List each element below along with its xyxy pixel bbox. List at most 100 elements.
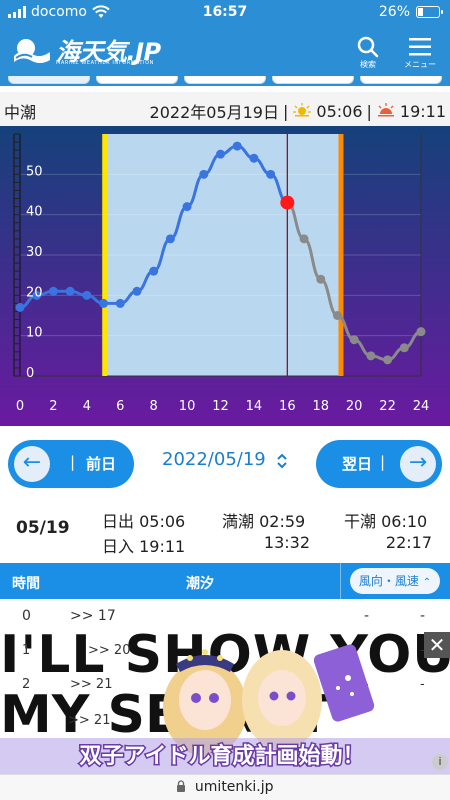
close-icon: ✕ — [428, 633, 446, 657]
wind-select-button[interactable]: 風向・風速 ⌃ — [350, 568, 440, 594]
arrow-left-icon: ← — [14, 446, 50, 482]
tab-1[interactable] — [8, 76, 90, 84]
x-tick-label: 8 — [150, 399, 158, 414]
status-bar: docomo 16:57 26% — [0, 0, 450, 26]
ad-close-left-icon[interactable]: ✕ — [0, 628, 24, 632]
svg-text:1: 1 — [22, 643, 30, 658]
wind-select-label: 風向・風速 — [358, 574, 419, 588]
tide-chart: 010203040500 2 4 6 8 10 12 14 16 18 20 22 24 — [0, 126, 450, 426]
next-day-button[interactable]: 翌日 | → — [316, 440, 442, 488]
tide-point — [249, 153, 259, 163]
tide-info-line: 中潮 2022年05月19日 | 05:06 | 19:11 — [0, 92, 450, 126]
y-tick-label: 30 — [26, 245, 43, 260]
lock-icon — [177, 780, 186, 792]
site-logo[interactable]: 海天気.JP MARINE WEATHER INFORMATION — [12, 32, 172, 70]
tide-point — [115, 298, 125, 308]
next-day-label: 翌日 — [342, 455, 373, 473]
col-time-header: 時間 — [12, 576, 40, 592]
tide-point — [332, 311, 342, 320]
x-tick-label: 4 — [83, 399, 91, 414]
prev-day-button[interactable]: ← | 前日 — [8, 440, 134, 488]
y-tick-label: 0 — [26, 366, 34, 381]
svg-text:2: 2 — [22, 677, 30, 692]
search-label: 検索 — [360, 60, 376, 69]
sunrise-text: 日出 05:06 — [102, 512, 186, 531]
status-right: 26% — [379, 4, 443, 20]
sunset-icon — [377, 103, 394, 117]
search-icon — [357, 36, 379, 58]
browser-url-bar[interactable]: umitenki.jp — [0, 774, 450, 800]
tide-point — [199, 169, 209, 179]
tab-4[interactable] — [272, 76, 354, 84]
tide-point — [366, 351, 376, 361]
current-tide-point — [280, 195, 295, 210]
tide-point — [416, 327, 426, 337]
date-select-value: 2022/05/19 — [162, 449, 266, 470]
row-wind-speed: - — [420, 608, 426, 624]
x-tick-label: 18 — [312, 399, 329, 414]
x-tick-label: 2 — [49, 399, 57, 414]
tide-point — [65, 286, 75, 296]
ad-info-icon[interactable]: i — [432, 754, 448, 770]
x-tick-label: 12 — [212, 399, 229, 414]
tide-point — [132, 286, 142, 296]
x-tick-label: 22 — [379, 399, 396, 414]
tab-3[interactable] — [184, 76, 266, 84]
menu-button[interactable]: メニュー — [398, 34, 442, 72]
tide-point — [15, 302, 25, 312]
low-tide-second: 22:17 — [385, 533, 432, 552]
tab-2[interactable] — [96, 76, 178, 84]
ad-close-button[interactable]: ✕ — [424, 632, 450, 658]
y-tick-label: 20 — [26, 285, 43, 300]
x-tick-label: 6 — [116, 399, 124, 414]
row-wind-dir: - — [364, 608, 370, 624]
x-tick-label: 10 — [179, 399, 196, 414]
svg-text:>> 21: >> 21 — [70, 677, 112, 692]
svg-text:>> 21: >> 21 — [68, 713, 110, 728]
tide-point — [149, 266, 159, 276]
site-header: 海天気.JP MARINE WEATHER INFORMATION 検索 メニュ… — [0, 26, 450, 76]
high-tide-text: 満潮 02:59 — [222, 512, 306, 531]
tide-point — [266, 169, 276, 179]
svg-text:-: - — [420, 677, 425, 692]
tide-point — [383, 355, 393, 365]
sunrise-icon — [293, 103, 312, 117]
tide-point — [316, 274, 326, 284]
x-tick-label: 0 — [16, 399, 24, 414]
tide-point — [82, 290, 92, 300]
row-tide: >> 17 — [70, 608, 116, 624]
x-tick-label: 16 — [279, 399, 296, 414]
hamburger-icon — [409, 38, 431, 56]
separator: | — [283, 101, 289, 121]
high-tide-second: 13:32 — [263, 533, 310, 552]
tide-point — [182, 202, 192, 212]
tide-point — [349, 335, 359, 345]
tab-5[interactable] — [360, 76, 442, 84]
select-chevron-icon: ⌃ — [422, 577, 432, 588]
search-button[interactable]: 検索 — [346, 34, 390, 72]
full-date: 2022年05月19日 — [149, 103, 279, 122]
tide-point — [48, 286, 58, 296]
sunset-time: 19:11 — [399, 101, 446, 121]
menu-label: メニュー — [404, 60, 436, 69]
ad-banner[interactable]: I'LL SHOW YOU MY SECRET 2 >> 21 - - 1 >>… — [0, 628, 450, 774]
tide-point — [216, 149, 225, 159]
ad-banner-text: 双子アイドル育成計画始動！ — [80, 743, 365, 769]
tide-point — [99, 298, 109, 308]
date-selector[interactable]: 2022/05/19 — [150, 444, 300, 478]
sunset-text: 日入 19:11 — [102, 537, 186, 556]
x-tick-label: 14 — [246, 399, 263, 414]
x-tick-label: 20 — [346, 399, 363, 414]
select-chevron-icon — [277, 453, 287, 469]
logo-subtitle: MARINE WEATHER INFORMATION — [56, 60, 154, 66]
svg-text:>> 20: >> 20 — [88, 643, 130, 658]
tide-point — [232, 141, 242, 151]
y-tick-label: 10 — [26, 326, 43, 341]
col-tide-header: 潮汐 — [186, 576, 214, 592]
ad-artwork: I'LL SHOW YOU MY SECRET 2 >> 21 - - 1 >>… — [0, 628, 450, 774]
tide-point — [299, 234, 309, 244]
y-tick-label: 40 — [26, 205, 43, 220]
url-host: umitenki.jp — [194, 779, 274, 795]
row-time: 0 — [22, 608, 31, 624]
sunrise-time: 05:06 — [316, 101, 363, 121]
